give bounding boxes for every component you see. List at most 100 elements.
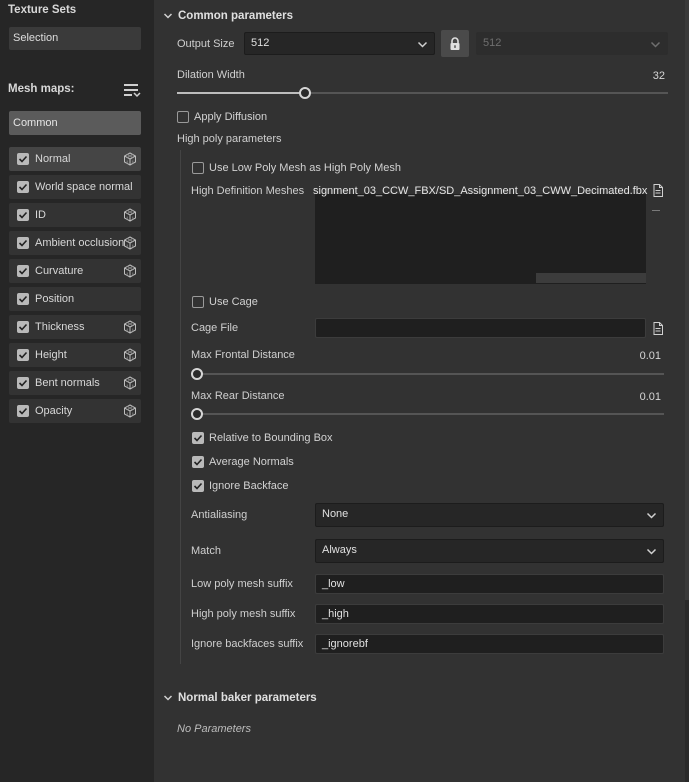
mesh-maps-title: Mesh maps: [8,83,75,95]
mesh-map-item[interactable]: Thickness [9,315,141,339]
common-parameters-header[interactable]: Common parameters [163,10,293,22]
high-definition-mesh-path[interactable]: signment_03_CCW_FBX/SD_Assignment_03_CWW… [313,185,647,197]
use-cage-row[interactable]: Use Cage [192,296,258,308]
chevron-down-icon [646,548,657,555]
mesh-map-item[interactable]: World space normal [9,175,141,199]
high-poly-suffix-field[interactable]: _high [315,604,664,624]
mesh-map-item[interactable]: Position [9,287,141,311]
max-rear-distance-slider[interactable] [191,408,664,420]
ignore-backface-checkbox[interactable] [192,480,204,492]
cage-file-field[interactable] [315,318,646,338]
relative-bounding-box-row[interactable]: Relative to Bounding Box [192,432,333,444]
low-poly-suffix-field[interactable]: _low [315,574,664,594]
mesh-map-checkbox[interactable] [17,349,29,361]
cube-icon[interactable] [123,208,137,222]
mesh-map-item[interactable]: Height [9,343,141,367]
use-cage-checkbox[interactable] [192,296,204,308]
file-icon[interactable] [653,184,663,197]
mesh-map-label: Ambient occlusion [35,237,125,249]
mesh-map-label: Thickness [35,321,85,333]
match-value: Always [322,544,357,556]
dilation-width-slider[interactable] [177,87,668,99]
mesh-list-scrollbar[interactable] [536,273,646,283]
mesh-map-item[interactable]: Opacity [9,399,141,423]
chevron-down-icon [163,695,173,701]
ignore-backfaces-suffix-label: Ignore backfaces suffix [191,638,304,650]
match-label: Match [191,545,221,557]
bake-parameters-panel: Common parameters Output Size 512 512 Di… [154,0,689,782]
output-size-dropdown[interactable]: 512 [244,32,435,55]
cube-icon[interactable] [123,348,137,362]
mesh-map-checkbox[interactable] [17,181,29,193]
texture-sets-sidebar: Texture Sets Selection Mesh maps: Common… [0,0,154,782]
ignore-backface-row[interactable]: Ignore Backface [192,480,289,492]
high-definition-meshes-list[interactable] [315,194,646,284]
dilation-width-value[interactable]: 32 [653,70,665,82]
cube-icon[interactable] [123,152,137,166]
file-icon[interactable] [653,322,663,335]
ignore-backface-label: Ignore Backface [209,480,289,492]
mesh-map-item[interactable]: Bent normals [9,371,141,395]
apply-diffusion-row[interactable]: Apply Diffusion [177,111,267,123]
cube-icon[interactable] [123,404,137,418]
mesh-map-item[interactable]: ID [9,203,141,227]
use-low-poly-row[interactable]: Use Low Poly Mesh as High Poly Mesh [192,162,401,174]
output-size-label: Output Size [177,38,235,50]
slider-fill [177,92,305,94]
ignore-backfaces-suffix-field[interactable]: _ignorebf [315,634,664,654]
mesh-map-checkbox[interactable] [17,265,29,277]
remove-mesh-button[interactable] [652,210,660,211]
cube-icon[interactable] [123,264,137,278]
max-frontal-distance-value[interactable]: 0.01 [640,350,661,362]
use-low-poly-checkbox[interactable] [192,162,204,174]
max-rear-distance-label: Max Rear Distance [191,390,285,402]
apply-diffusion-checkbox[interactable] [177,111,189,123]
mesh-map-common[interactable]: Common [9,111,141,135]
slider-handle[interactable] [191,408,203,420]
slider-handle[interactable] [191,368,203,380]
normal-baker-parameters-header[interactable]: Normal baker parameters [163,692,317,704]
antialiasing-dropdown[interactable]: None [315,503,664,527]
slider-handle[interactable] [299,87,311,99]
lock-ratio-button[interactable] [441,30,469,57]
mesh-map-checkbox[interactable] [17,209,29,221]
use-cage-label: Use Cage [209,296,258,308]
average-normals-row[interactable]: Average Normals [192,456,294,468]
mesh-map-item[interactable]: Curvature [9,259,141,283]
mesh-map-checkbox[interactable] [17,405,29,417]
apply-diffusion-label: Apply Diffusion [194,111,268,123]
cube-icon[interactable] [123,320,137,334]
mesh-map-checkbox[interactable] [17,237,29,249]
chevron-down-icon [646,512,657,519]
output-size-linked-value: 512 [483,37,502,49]
mesh-map-checkbox[interactable] [17,321,29,333]
antialiasing-value: None [322,508,349,520]
relative-bounding-box-checkbox[interactable] [192,432,204,444]
cube-icon[interactable] [123,376,137,390]
max-rear-distance-value[interactable]: 0.01 [640,391,661,403]
mesh-map-checkbox[interactable] [17,153,29,165]
mesh-map-label: Normal [35,153,71,165]
average-normals-checkbox[interactable] [192,456,204,468]
panel-scrollbar-thumb[interactable] [685,0,689,600]
low-poly-suffix-label: Low poly mesh suffix [191,578,293,590]
mesh-map-item[interactable]: Ambient occlusion [9,231,141,255]
use-low-poly-label: Use Low Poly Mesh as High Poly Mesh [209,162,401,174]
mesh-map-checkbox[interactable] [17,293,29,305]
relative-bounding-box-label: Relative to Bounding Box [209,432,333,444]
cube-icon[interactable] [123,236,137,250]
mesh-map-label: Height [35,349,67,361]
output-size-linked-dropdown: 512 [476,32,668,55]
average-normals-label: Average Normals [209,456,294,468]
mesh-map-item[interactable]: Normal [9,147,141,171]
group-divider [180,150,181,664]
list-menu-icon[interactable] [123,82,141,98]
common-parameters-title: Common parameters [178,10,294,22]
max-frontal-distance-slider[interactable] [191,368,664,380]
no-parameters-text: No Parameters [177,723,251,735]
texture-set-selection[interactable]: Selection [9,27,141,50]
chevron-down-icon [650,41,661,48]
match-dropdown[interactable]: Always [315,539,664,563]
chevron-down-icon [417,41,428,48]
mesh-map-checkbox[interactable] [17,377,29,389]
